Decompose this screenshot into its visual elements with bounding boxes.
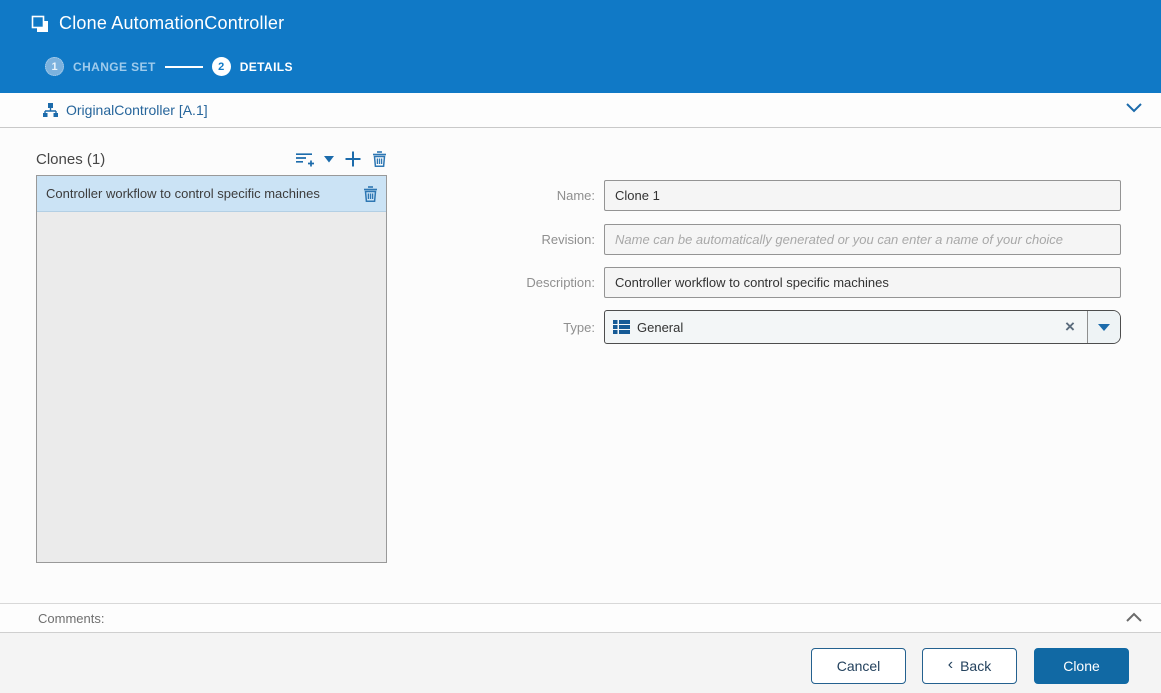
dialog-title: Clone AutomationController [59, 13, 284, 34]
step-details[interactable]: 2 DETAILS [212, 57, 293, 76]
type-value-area[interactable]: General [605, 311, 1053, 343]
clones-panel-title: Clones (1) [36, 151, 105, 168]
caret-down-icon[interactable] [324, 156, 334, 163]
clone-icon [30, 14, 50, 34]
revision-input[interactable] [604, 224, 1121, 255]
dialog-header: Clone AutomationController 1 CHANGE SET … [0, 0, 1161, 93]
clone-button[interactable]: Clone [1034, 648, 1129, 684]
source-object-label: OriginalController [A.1] [66, 102, 208, 118]
type-combobox[interactable]: General × [604, 310, 1121, 344]
add-filter-icon[interactable] [295, 151, 314, 168]
collapse-section-chevron-down-icon[interactable] [1125, 102, 1143, 113]
back-button[interactable]: ‹ Back [922, 648, 1017, 684]
type-selected-value: General [637, 320, 683, 335]
list-type-icon [613, 319, 630, 335]
clone-dialog: Clone AutomationController 1 CHANGE SET … [0, 0, 1161, 693]
description-input[interactable] [604, 267, 1121, 298]
dropdown-caret-icon [1098, 324, 1110, 331]
type-field-label: Type: [0, 320, 604, 335]
step-1-label: CHANGE SET [73, 60, 156, 74]
back-chevron-icon: ‹ [948, 656, 953, 674]
name-field-label: Name: [0, 188, 604, 203]
comments-label: Comments: [38, 611, 104, 626]
description-field-label: Description: [0, 275, 604, 290]
clones-panel-header: Clones (1) [36, 146, 387, 172]
step-2-label: DETAILS [240, 60, 293, 74]
expand-section-chevron-up-icon[interactable] [1125, 612, 1143, 623]
source-object-row: OriginalController [A.1] [0, 93, 1161, 128]
step-2-circle: 2 [212, 57, 231, 76]
dialog-footer: Cancel ‹ Back Clone [0, 633, 1161, 693]
step-change-set[interactable]: 1 CHANGE SET [45, 57, 156, 76]
comments-section-header[interactable]: Comments: [0, 603, 1161, 633]
revision-field-label: Revision: [0, 232, 604, 247]
type-dropdown-button[interactable] [1087, 311, 1120, 343]
delete-clone-trash-icon[interactable] [372, 150, 387, 168]
step-connector [165, 66, 203, 68]
step-indicator: 1 CHANGE SET 2 DETAILS [45, 57, 293, 76]
type-clear-x-icon[interactable]: × [1053, 311, 1087, 343]
hierarchy-icon [42, 102, 59, 118]
step-1-circle: 1 [45, 57, 64, 76]
name-input[interactable] [604, 180, 1121, 211]
add-clone-plus-icon[interactable] [344, 150, 362, 168]
back-button-label: Back [960, 658, 991, 674]
cancel-button[interactable]: Cancel [811, 648, 906, 684]
